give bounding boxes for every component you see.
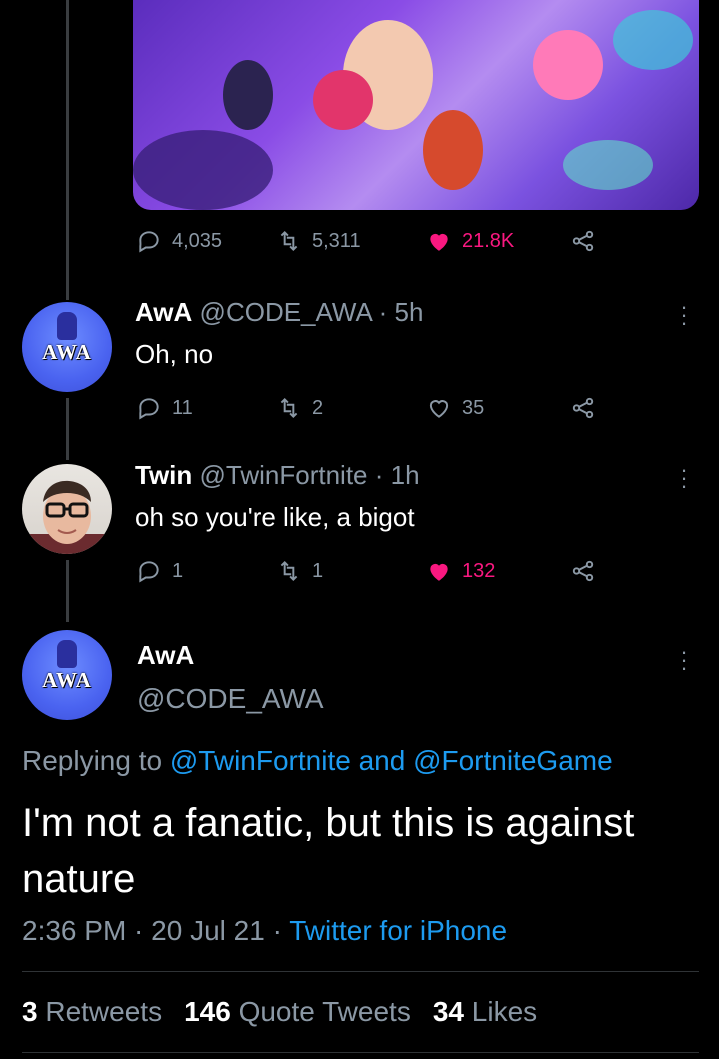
avatar[interactable] xyxy=(22,464,112,554)
tweet-header: AwA @CODE_AWA · 5h xyxy=(135,297,423,328)
timestamp[interactable]: 2:36 PM · 20 Jul 21 · xyxy=(22,915,282,946)
tweet-header: Twin @TwinFortnite · 1h xyxy=(135,460,420,491)
like-button[interactable]: 132 xyxy=(426,558,495,584)
share-icon xyxy=(572,560,594,582)
reply-icon xyxy=(139,398,159,420)
like-count: 21.8K xyxy=(462,229,515,252)
display-name[interactable]: Twin xyxy=(135,460,192,490)
more-options-icon[interactable]: · · · xyxy=(676,459,692,497)
avatar-logo-text: AWA xyxy=(42,340,92,364)
avatar[interactable]: AWA xyxy=(22,630,112,720)
reply-count: 4,035 xyxy=(172,229,223,252)
quotes-count: 146 xyxy=(184,996,231,1027)
mention-link[interactable]: @TwinFortnite xyxy=(170,745,351,776)
share-button[interactable] xyxy=(570,395,596,421)
reply-icon xyxy=(139,231,159,253)
likes-count: 34 xyxy=(432,996,464,1027)
heart-filled-icon xyxy=(430,233,448,251)
quotes-label: Quote Tweets xyxy=(238,996,411,1027)
like-count: 35 xyxy=(462,396,485,419)
reply-button[interactable]: 1 xyxy=(136,558,183,584)
tweet-action-bar: 11 2 35 xyxy=(136,395,606,425)
divider xyxy=(22,971,699,972)
heart-filled-icon xyxy=(430,563,448,581)
retweet-button[interactable]: 2 xyxy=(276,395,323,421)
tweet-text: oh so you're like, a bigot xyxy=(135,502,415,532)
share-button[interactable] xyxy=(570,228,596,254)
like-button[interactable]: 35 xyxy=(426,395,484,421)
display-name[interactable]: AwA xyxy=(135,297,192,327)
divider xyxy=(22,1052,699,1053)
tweet-text: I'm not a fanatic, but this is against n… xyxy=(22,801,635,901)
replying-and: and xyxy=(358,745,406,776)
reply-button[interactable]: 4,035 xyxy=(136,228,222,254)
reply-button[interactable]: 11 xyxy=(136,395,193,421)
like-count: 132 xyxy=(462,559,496,582)
retweet-count: 5,311 xyxy=(312,229,361,252)
likes-label: Likes xyxy=(471,996,538,1027)
handle[interactable]: @CODE_AWA xyxy=(137,683,324,715)
replying-prefix: Replying to xyxy=(22,745,163,776)
reply-count: 11 xyxy=(172,396,193,419)
avatar-figure xyxy=(57,640,77,668)
retweet-count: 1 xyxy=(312,559,324,582)
replying-to: Replying to @TwinFortnite and @FortniteG… xyxy=(22,745,613,777)
share-icon xyxy=(572,230,594,252)
reply-icon xyxy=(139,561,159,583)
retweet-icon xyxy=(280,560,298,582)
reply-count: 1 xyxy=(172,559,184,582)
tweet-text: Oh, no xyxy=(135,339,214,369)
likes-stat[interactable]: 34 Likes xyxy=(433,996,537,1028)
retweet-icon xyxy=(280,230,298,252)
tweet-timestamp: 2:36 PM · 20 Jul 21 · Twitter for iPhone xyxy=(22,915,507,947)
display-name[interactable]: AwA xyxy=(137,640,194,671)
thread-line xyxy=(66,0,69,300)
more-options-icon[interactable]: · · · xyxy=(676,296,692,334)
retweets-count: 3 xyxy=(22,996,38,1027)
retweets-stat[interactable]: 3 Retweets xyxy=(22,996,162,1028)
retweet-count: 2 xyxy=(312,396,324,419)
thread-line xyxy=(66,560,69,622)
share-icon xyxy=(572,397,594,419)
handle-and-time[interactable]: @CODE_AWA · 5h xyxy=(200,297,424,327)
avatar-logo-text: AWA xyxy=(42,668,92,692)
avatar[interactable]: AWA xyxy=(22,302,112,392)
tweet-action-bar: 4,035 5,311 21.8K xyxy=(136,228,606,260)
more-options-icon[interactable]: · · · xyxy=(676,641,692,679)
heart-icon xyxy=(429,400,449,418)
tweet-action-bar: 1 1 132 xyxy=(136,558,606,588)
thread-line xyxy=(66,398,69,460)
handle-and-time[interactable]: @TwinFortnite · 1h xyxy=(200,460,420,490)
avatar-portrait xyxy=(22,480,112,554)
mention-link[interactable]: @FortniteGame xyxy=(413,745,613,776)
retweets-label: Retweets xyxy=(45,996,163,1027)
retweet-button[interactable]: 1 xyxy=(276,558,323,584)
retweet-button[interactable]: 5,311 xyxy=(276,228,361,254)
tweet-media-image[interactable] xyxy=(133,0,699,210)
retweet-icon xyxy=(280,397,298,419)
quote-tweets-stat[interactable]: 146 Quote Tweets xyxy=(184,996,411,1028)
avatar-figure xyxy=(57,312,77,340)
client-link[interactable]: Twitter for iPhone xyxy=(289,915,507,946)
tweet-stats: 3 Retweets 146 Quote Tweets 34 Likes xyxy=(22,996,537,1028)
share-button[interactable] xyxy=(570,558,596,584)
like-button[interactable]: 21.8K xyxy=(426,228,514,254)
